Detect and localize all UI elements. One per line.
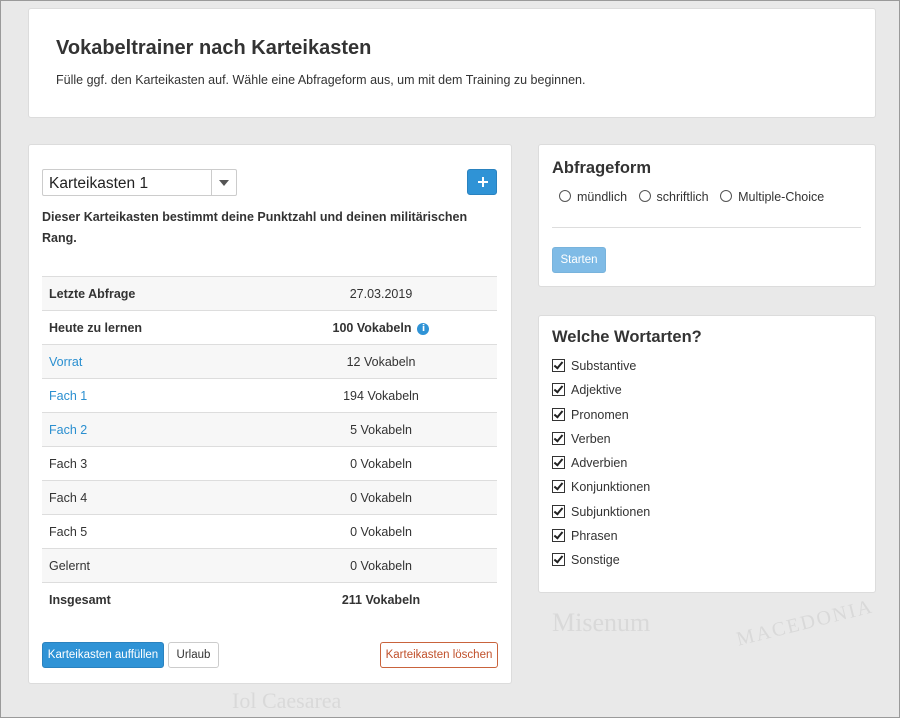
- checkbox-label: Pronomen: [571, 407, 629, 422]
- radio-circle-icon: [559, 190, 571, 202]
- radio-schriftlich[interactable]: schriftlich: [638, 190, 709, 204]
- row-value-text: 100 Vokabeln: [332, 321, 412, 335]
- table-row[interactable]: Fach 2 5 Vokabeln: [42, 412, 497, 446]
- wortarten-title: Welche Wortarten?: [552, 328, 702, 346]
- radio-label: mündlich: [577, 190, 628, 204]
- checkbox-pronomen[interactable]: Pronomen: [552, 407, 650, 432]
- add-karteikasten-button[interactable]: [467, 169, 497, 195]
- table-row-total: Insgesamt 211 Vokabeln: [42, 582, 497, 616]
- checkbox-konjunktionen[interactable]: Konjunktionen: [552, 480, 650, 504]
- checkbox-label: Verben: [571, 431, 611, 446]
- checkbox-label: Konjunktionen: [571, 480, 651, 495]
- radio-label: schriftlich: [656, 190, 709, 204]
- table-row[interactable]: Fach 1 194 Vokabeln: [42, 378, 497, 412]
- checkbox-verben[interactable]: Verben: [552, 431, 650, 456]
- checkbox-adjektive[interactable]: Adjektive: [552, 383, 650, 407]
- table-row: Fach 3 0 Vokabeln: [42, 446, 497, 480]
- checkbox-checked-icon: [552, 431, 565, 445]
- checkbox-checked-icon: [552, 504, 565, 518]
- checkbox-checked-icon: [552, 456, 565, 470]
- row-value: 0 Vokabeln: [350, 457, 412, 471]
- chevron-down-icon: [219, 180, 229, 186]
- checkbox-label: Phrasen: [571, 529, 618, 544]
- radio-muendlich[interactable]: mündlich: [559, 190, 627, 204]
- abfrageform-panel: Abfrageform mündlich schriftlich Multipl…: [538, 144, 876, 287]
- delete-karteikasten-button[interactable]: Karteikasten löschen: [380, 642, 498, 668]
- row-value: 0 Vokabeln: [350, 559, 412, 573]
- row-label: Fach 3: [49, 457, 88, 471]
- row-value: 100 Vokabeln i: [271, 321, 491, 335]
- checkbox-label: Adjektive: [571, 383, 622, 398]
- row-value: 211 Vokabeln: [341, 593, 421, 607]
- checkbox-checked-icon: [552, 480, 565, 494]
- row-link-fach-1[interactable]: Fach 1: [49, 389, 87, 403]
- info-icon[interactable]: i: [417, 323, 430, 335]
- checkbox-checked-icon: [552, 529, 565, 543]
- karteikasten-select-value: Karteikasten 1: [49, 175, 149, 192]
- table-row: Fach 5 0 Vokabeln: [42, 514, 497, 548]
- karteikasten-description: Dieser Karteikasten bestimmt deine Punkt…: [42, 210, 468, 245]
- table-row: Gelernt 0 Vokabeln: [42, 548, 497, 582]
- checkbox-checked-icon: [552, 383, 565, 397]
- table-row: Fach 4 0 Vokabeln: [42, 480, 497, 514]
- row-value: 0 Vokabeln: [350, 491, 412, 505]
- row-value: 27.03.2019: [349, 287, 413, 301]
- checkbox-label: Adverbien: [571, 456, 628, 471]
- checkbox-checked-icon: [552, 359, 565, 372]
- row-link-vorrat[interactable]: Vorrat: [49, 355, 82, 369]
- row-value: 12 Vokabeln: [346, 355, 416, 369]
- karteikasten-panel: Karteikasten 1 Dieser Karteikasten besti…: [28, 144, 512, 684]
- page-subtitle: Fülle ggf. den Karteikasten auf. Wähle e…: [56, 73, 586, 87]
- header-panel: Vokabeltrainer nach Karteikasten Fülle g…: [28, 8, 876, 118]
- wortarten-panel: Welche Wortarten? Substantive Adjektive …: [538, 315, 876, 593]
- row-label: Insgesamt: [49, 593, 111, 607]
- checkbox-subjunktionen[interactable]: Subjunktionen: [552, 504, 651, 529]
- radio-label: Multiple-Choice: [738, 190, 825, 204]
- abfrageform-title: Abfrageform: [552, 159, 652, 177]
- row-label: Fach 5: [49, 525, 88, 539]
- checkbox-checked-icon: [552, 553, 565, 567]
- checkbox-adverbien[interactable]: Adverbien: [552, 456, 650, 480]
- radio-multiple-choice[interactable]: Multiple-Choice: [720, 190, 824, 204]
- checkbox-label: Subjunktionen: [571, 504, 651, 519]
- karteikasten-select[interactable]: Karteikasten 1: [42, 169, 237, 196]
- table-row: Heute zu lernen 100 Vokabeln i: [42, 310, 497, 344]
- row-label: Heute zu lernen: [49, 321, 143, 335]
- row-value: 5 Vokabeln: [350, 423, 412, 437]
- row-value: 0 Vokabeln: [350, 525, 412, 539]
- checkbox-substantive[interactable]: Substantive: [552, 359, 650, 383]
- checkbox-label: Substantive: [571, 359, 637, 373]
- row-link-fach-2[interactable]: Fach 2: [49, 423, 87, 437]
- row-value: 194 Vokabeln: [343, 389, 419, 403]
- row-label: Fach 4: [49, 491, 88, 505]
- row-label: Letzte Abfrage: [49, 287, 136, 301]
- row-label: Gelernt: [49, 559, 90, 573]
- checkbox-checked-icon: [552, 407, 565, 421]
- abfrageform-options: mündlich schriftlich Multiple-Choice: [559, 190, 832, 204]
- checkbox-label: Sonstige: [571, 553, 620, 568]
- radio-circle-icon: [638, 190, 651, 202]
- plus-icon: [478, 177, 488, 187]
- vacation-button[interactable]: Urlaub: [168, 642, 219, 668]
- table-row[interactable]: Vorrat 12 Vokabeln: [42, 344, 497, 378]
- fill-karteikasten-button[interactable]: Karteikasten auffüllen: [42, 642, 164, 668]
- stats-table: Letzte Abfrage 27.03.2019 Heute zu lerne…: [42, 276, 497, 616]
- checkbox-phrasen[interactable]: Phrasen: [552, 529, 650, 553]
- table-row: Letzte Abfrage 27.03.2019: [42, 276, 497, 310]
- page-title: Vokabeltrainer nach Karteikasten: [56, 37, 372, 59]
- dropdown-toggle[interactable]: [211, 170, 236, 195]
- radio-circle-icon: [720, 190, 733, 202]
- divider: [552, 227, 861, 228]
- start-button[interactable]: Starten: [552, 247, 606, 273]
- wortarten-list: Substantive Adjektive Pronomen Verben Ad…: [552, 359, 650, 578]
- checkbox-sonstige[interactable]: Sonstige: [552, 553, 650, 577]
